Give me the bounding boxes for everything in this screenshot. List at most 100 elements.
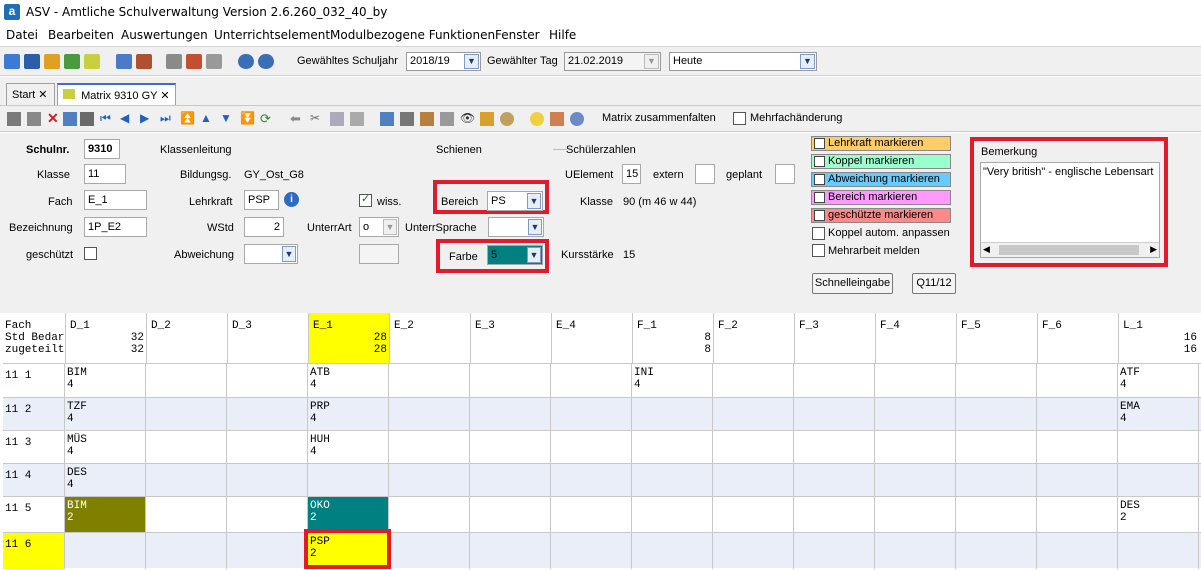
bemerkung-textarea[interactable]: "Very british" - englische Lebensart ◀ ▶ [980,162,1160,258]
matrix-cell[interactable] [713,364,794,398]
matrix-cell[interactable] [389,497,470,533]
table-icon[interactable] [116,54,132,69]
matrix-cell[interactable] [713,533,794,569]
matrix-cell[interactable] [227,364,308,398]
menu-hilfe[interactable]: Hilfe [549,28,576,42]
extern-field[interactable] [695,164,715,184]
book-icon[interactable] [400,112,414,126]
teachers-icon[interactable] [44,54,60,69]
back-arrow-icon[interactable]: ⬅ [290,112,304,126]
matrix-cell[interactable] [713,398,794,431]
matrix-cell[interactable]: TZF 4 [65,398,146,431]
klasse-field[interactable]: 11 [84,164,126,184]
row-label[interactable]: 11 4 [3,464,65,497]
bereich-markieren-toggle[interactable]: Bereich markieren [811,190,951,205]
matrix-cell[interactable] [227,533,308,569]
room-icon[interactable] [64,54,80,69]
people-icon[interactable] [4,54,20,69]
scroll-left-icon[interactable]: ◀ [983,244,990,255]
q1112-button[interactable]: Q11/12 [912,273,956,294]
row-label[interactable]: 11 1 [3,364,65,398]
menu-datei[interactable]: Datei [6,28,38,42]
column-header[interactable]: D_3 [227,313,308,363]
tab-matrix[interactable]: Matrix 9310 GY ✕ [57,83,176,105]
matrix-cell[interactable] [956,497,1037,533]
column-header[interactable]: E_2 [389,313,470,363]
cut-icon[interactable]: ✂ [310,112,324,126]
column-header[interactable]: D_2 [146,313,227,363]
clock-icon[interactable] [500,112,514,126]
matrix-cell[interactable] [875,364,956,398]
matrix-cell[interactable] [389,398,470,431]
last-icon[interactable]: ⏭ [160,112,174,126]
tag-select[interactable]: 21.02.2019 ▼ [564,52,661,71]
column-header[interactable]: F_2 [713,313,794,363]
chevron-down-icon[interactable]: ▼ [464,54,479,69]
matrix-cell[interactable] [794,431,875,464]
matrix-cell[interactable]: OKO 2 [308,497,389,533]
note-icon[interactable] [420,112,434,126]
matrix-cell[interactable] [1037,533,1118,569]
chevron-down-icon[interactable]: ▼ [527,193,541,209]
column-header[interactable]: E_3 [470,313,551,363]
first-icon[interactable]: ⏮ [100,112,114,126]
prev-icon[interactable]: ◀ [120,112,134,126]
menu-bearbeiten[interactable]: Bearbeiten [48,28,114,42]
geschuetzte-markieren-toggle[interactable]: geschützte markieren [811,208,951,223]
copy-icon[interactable] [166,54,182,69]
matrix-cell[interactable]: BIM 4 [65,364,146,398]
row-label[interactable]: 11 6 [3,533,65,569]
matrix-cell[interactable]: PRP 4 [308,398,389,431]
chevron-down-icon[interactable]: ▼ [644,54,659,69]
schnelleingabe-button[interactable]: Schnelleingabe [812,273,893,294]
matrix-cell[interactable]: BIM 2 [65,497,146,533]
abweichung-value-field[interactable] [359,244,399,264]
matrix-cell[interactable] [632,398,713,431]
row-label[interactable]: 11 2 [3,398,65,431]
close-icon[interactable]: ✕ [160,90,169,102]
matrix-cell[interactable] [146,364,227,398]
broom-icon[interactable] [480,112,494,126]
matrix-cell[interactable] [632,431,713,464]
matrix-cell[interactable]: DES 4 [65,464,146,497]
undo-icon[interactable] [27,112,41,126]
matrix-cell[interactable] [632,533,713,569]
class-icon[interactable] [24,54,40,69]
mehrarbeit-checkbox[interactable] [812,244,825,257]
koppel-auto-checkbox[interactable] [812,227,825,240]
row-label[interactable]: 11 5 [3,497,65,533]
matrix-cell[interactable] [1037,464,1118,497]
matrix-cell[interactable]: INI 4 [632,364,713,398]
matrix-cell[interactable] [875,398,956,431]
matrix-cell[interactable] [956,533,1037,569]
matrix-cell[interactable] [713,464,794,497]
horizontal-scrollbar[interactable]: ◀ ▶ [981,242,1159,257]
users-icon[interactable] [550,112,564,126]
unterrart-select[interactable]: o ▼ [359,217,399,237]
koppel-markieren-toggle[interactable]: Koppel markieren [811,154,951,169]
row-label[interactable]: 11 3 [3,431,65,464]
column-header[interactable]: F_5 [956,313,1037,363]
matrix-cell[interactable] [1037,398,1118,431]
properties-icon[interactable] [380,112,394,126]
scroll-right-icon[interactable]: ▶ [1150,244,1157,255]
column-header[interactable]: L_1 16 16 [1118,313,1199,363]
matrix-cell[interactable] [875,431,956,464]
matrix-cell[interactable] [794,398,875,431]
schuljahr-select[interactable]: 2018/19 ▼ [406,52,481,71]
column-header[interactable]: F_1 8 8 [632,313,713,363]
matrix-cell[interactable] [470,431,551,464]
matrix-cell[interactable] [1037,364,1118,398]
close-icon[interactable]: ✕ [38,89,47,101]
column-header[interactable]: F_3 [794,313,875,363]
mehrfach-checkbox[interactable] [733,112,746,125]
matrix-cell[interactable] [227,431,308,464]
top-icon[interactable]: ⏫ [180,112,195,126]
matrix-cell[interactable] [1118,464,1199,497]
lehrkraft-field[interactable]: PSP [244,190,279,210]
bottom-icon[interactable]: ⏬ [240,112,255,126]
next-icon[interactable]: ▶ [140,112,154,126]
matrix-cell[interactable] [632,464,713,497]
info-icon[interactable]: i [284,192,299,207]
wstd-field[interactable]: 2 [244,217,284,237]
